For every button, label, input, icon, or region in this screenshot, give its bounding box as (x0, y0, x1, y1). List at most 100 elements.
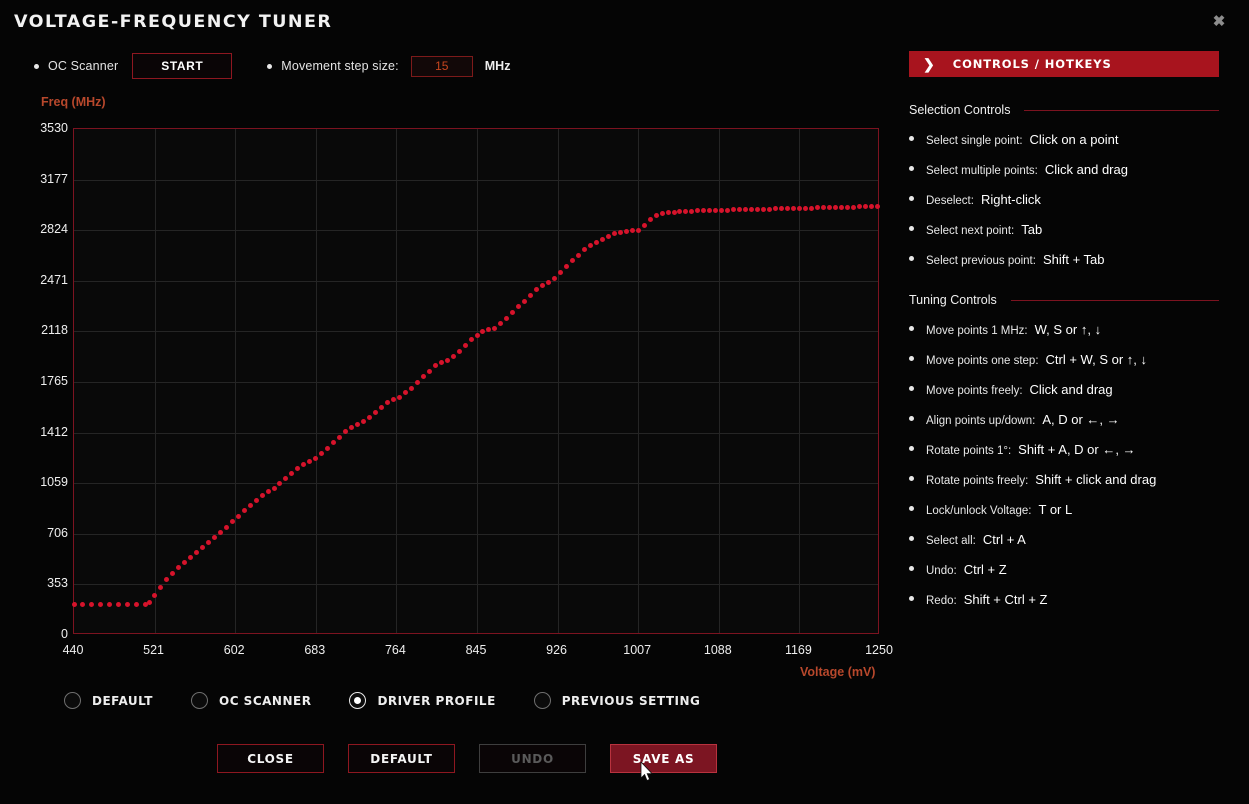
curve-point[interactable] (672, 210, 677, 215)
curve-point[interactable] (116, 602, 121, 607)
curve-point[interactable] (439, 360, 444, 365)
curve-point[interactable] (134, 602, 139, 607)
curve-point[interactable] (504, 316, 509, 321)
curve-point[interactable] (385, 400, 390, 405)
curve-point[interactable] (260, 493, 265, 498)
curve-point[interactable] (564, 264, 569, 269)
curve-point[interactable] (289, 471, 294, 476)
curve-point[interactable] (480, 329, 485, 334)
curve-point[interactable] (176, 565, 181, 570)
curve-point[interactable] (457, 349, 462, 354)
curve-point[interactable] (301, 462, 306, 467)
curve-point[interactable] (648, 217, 653, 222)
profile-radio-driver-profile[interactable]: DRIVER PROFILE (349, 692, 495, 709)
curve-point[interactable] (355, 422, 360, 427)
curve-point[interactable] (600, 237, 605, 242)
curve-point[interactable] (618, 230, 623, 235)
curve-point[interactable] (236, 514, 241, 519)
curve-point[interactable] (540, 283, 545, 288)
curve-point[interactable] (331, 440, 336, 445)
curve-point[interactable] (713, 208, 718, 213)
curve-point[interactable] (367, 415, 372, 420)
curve-point[interactable] (403, 390, 408, 395)
curve-point[interactable] (737, 207, 742, 212)
curve-point[interactable] (391, 397, 396, 402)
curve-point[interactable] (80, 602, 85, 607)
curve-point[interactable] (576, 253, 581, 258)
curve-point[interactable] (755, 207, 760, 212)
curve-point[interactable] (475, 333, 480, 338)
default-button[interactable]: DEFAULT (348, 744, 455, 773)
curve-point[interactable] (725, 208, 730, 213)
curve-point[interactable] (821, 205, 826, 210)
curve-point[interactable] (767, 207, 772, 212)
curve-point[interactable] (588, 243, 593, 248)
movement-step-size-input[interactable]: 15 (411, 56, 473, 77)
curve-point[interactable] (534, 287, 539, 292)
curve-point[interactable] (630, 228, 635, 233)
curve-point[interactable] (242, 508, 247, 513)
curve-point[interactable] (731, 207, 736, 212)
curve-point[interactable] (433, 363, 438, 368)
curve-point[interactable] (522, 299, 527, 304)
curve-point[interactable] (809, 206, 814, 211)
curve-point[interactable] (689, 209, 694, 214)
curve-point[interactable] (797, 206, 802, 211)
curve-point[interactable] (218, 530, 223, 535)
curve-point[interactable] (857, 204, 862, 209)
curve-point[interactable] (200, 545, 205, 550)
curve-point[interactable] (761, 207, 766, 212)
curve-point[interactable] (660, 211, 665, 216)
curve-point[interactable] (839, 205, 844, 210)
curve-point[interactable] (373, 410, 378, 415)
curve-point[interactable] (170, 571, 175, 576)
curve-point[interactable] (552, 276, 557, 281)
curve-point[interactable] (743, 207, 748, 212)
curve-point[interactable] (510, 310, 515, 315)
curve-point[interactable] (89, 602, 94, 607)
curve-point[interactable] (194, 550, 199, 555)
curve-point[interactable] (182, 560, 187, 565)
curve-point[interactable] (325, 446, 330, 451)
curve-point[interactable] (469, 337, 474, 342)
curve-point[interactable] (642, 223, 647, 228)
curve-point[interactable] (582, 247, 587, 252)
curve-point[interactable] (791, 206, 796, 211)
curve-point[interactable] (498, 321, 503, 326)
profile-radio-oc-scanner[interactable]: OC SCANNER (191, 692, 311, 709)
save-as-button[interactable]: SAVE AS (610, 744, 717, 773)
curve-point[interactable] (266, 489, 271, 494)
curve-point[interactable] (606, 234, 611, 239)
curve-point[interactable] (248, 503, 253, 508)
curve-point[interactable] (869, 204, 874, 209)
curve-point[interactable] (451, 354, 456, 359)
curve-point[interactable] (516, 304, 521, 309)
curve-point[interactable] (701, 208, 706, 213)
curve-point[interactable] (337, 435, 342, 440)
curve-point[interactable] (230, 519, 235, 524)
curve-point[interactable] (361, 419, 366, 424)
curve-point[interactable] (815, 205, 820, 210)
curve-point[interactable] (546, 280, 551, 285)
curve-point[interactable] (695, 208, 700, 213)
curve-point[interactable] (445, 358, 450, 363)
curve-point[interactable] (677, 209, 682, 214)
curve-point[interactable] (803, 206, 808, 211)
curve-point[interactable] (277, 481, 282, 486)
curve-point[interactable] (827, 205, 832, 210)
curve-point[interactable] (147, 600, 152, 605)
curve-point[interactable] (206, 540, 211, 545)
curve-point[interactable] (307, 459, 312, 464)
curve-point[interactable] (833, 205, 838, 210)
curve-point[interactable] (283, 476, 288, 481)
profile-radio-default[interactable]: DEFAULT (64, 692, 153, 709)
curve-point[interactable] (152, 593, 157, 598)
curve-point[interactable] (851, 205, 856, 210)
curve-point[interactable] (719, 208, 724, 213)
curve-point[interactable] (212, 535, 217, 540)
close-icon[interactable]: ✖ (1207, 10, 1231, 34)
curve-point[interactable] (875, 204, 880, 209)
curve-point[interactable] (349, 425, 354, 430)
curve-point[interactable] (707, 208, 712, 213)
curve-point[interactable] (463, 343, 468, 348)
